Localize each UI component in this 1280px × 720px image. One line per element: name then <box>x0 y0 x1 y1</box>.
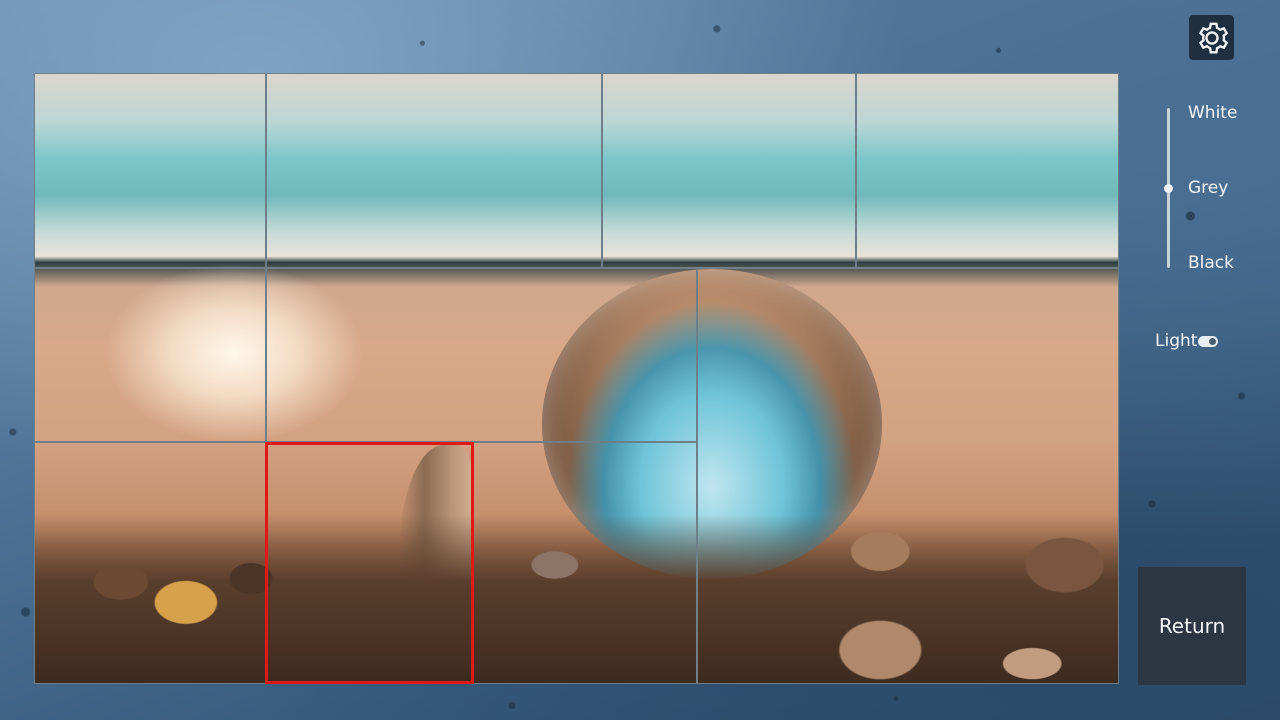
puzzle-board <box>34 73 1119 684</box>
gear-icon <box>1198 22 1228 53</box>
puzzle-tile[interactable] <box>266 73 601 268</box>
grid-line <box>34 267 1119 269</box>
selected-tile-highlight <box>265 442 474 684</box>
puzzle-tile[interactable] <box>697 269 1119 684</box>
grid-line <box>696 268 698 684</box>
grid-line <box>1118 73 1119 684</box>
grid-line <box>34 73 1119 74</box>
puzzle-tile[interactable] <box>34 269 265 442</box>
slider-knob[interactable] <box>1164 183 1173 193</box>
option-white[interactable]: White <box>1188 103 1237 123</box>
settings-button[interactable] <box>1189 15 1234 60</box>
puzzle-tile[interactable] <box>266 269 696 442</box>
option-black[interactable]: Black <box>1188 253 1234 273</box>
grid-line <box>34 73 35 684</box>
grid-line <box>855 73 857 268</box>
puzzle-tile[interactable] <box>34 73 265 268</box>
puzzle-tile[interactable] <box>602 73 855 268</box>
return-button[interactable]: Return <box>1138 567 1246 685</box>
grid-line <box>34 683 1119 684</box>
puzzle-tile[interactable] <box>856 73 1119 268</box>
toggle-knob <box>1209 338 1216 345</box>
puzzle-tile[interactable] <box>34 443 265 684</box>
grid-line <box>601 73 603 268</box>
option-grey[interactable]: Grey <box>1188 178 1228 198</box>
light-toggle-label: Light <box>1155 331 1198 351</box>
light-toggle[interactable] <box>1198 336 1218 347</box>
puzzle-tile[interactable] <box>475 443 696 684</box>
